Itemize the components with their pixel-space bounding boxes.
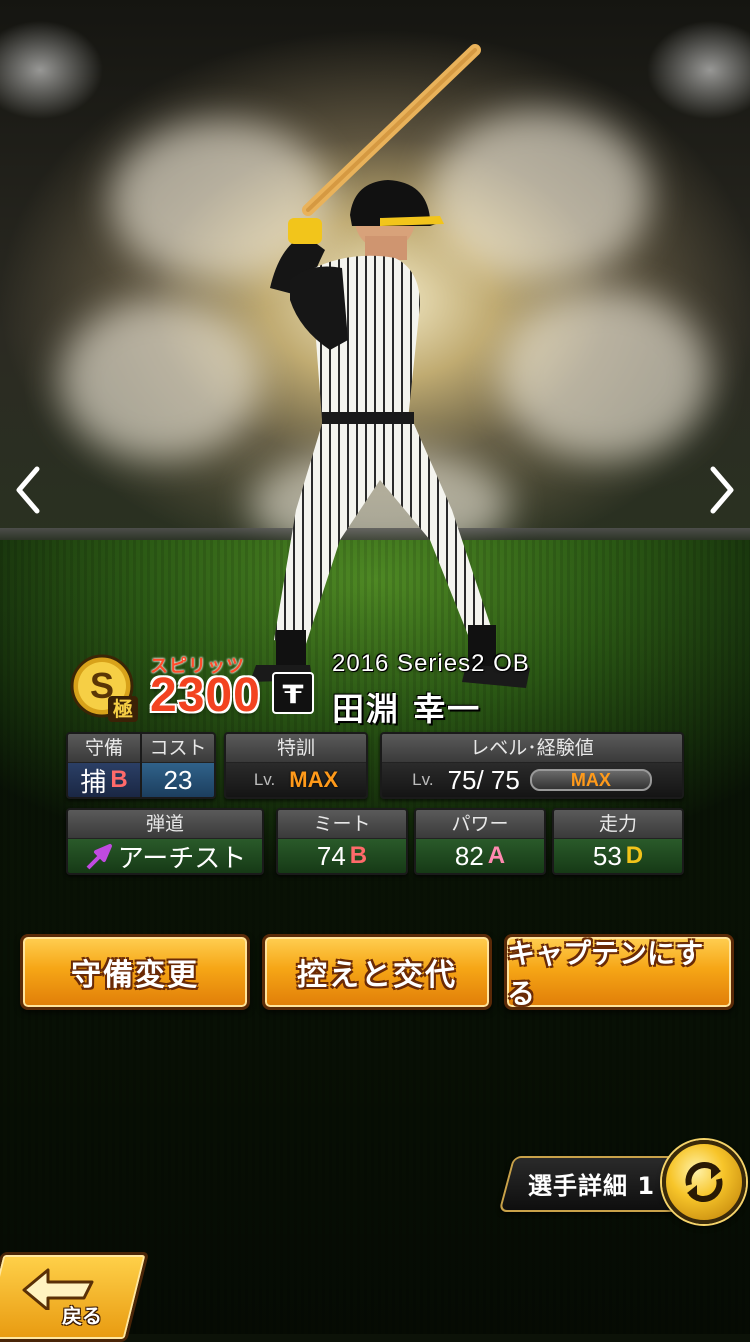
speed-panel: 走力 53 D [552,808,684,875]
rotate-arrows-icon [685,1162,723,1202]
level-lv-prefix: Lv. [412,770,434,789]
change-position-button[interactable]: 守備変更 [20,934,250,1010]
power-number: 82 [454,840,484,871]
back-label[interactable]: 戻る [62,1300,102,1329]
exp-bar: MAX [529,769,652,791]
contact-header: ミート [278,810,406,839]
position-header: 守備 [68,734,140,763]
speed-grade: D [625,842,644,869]
smoke-effect [500,290,710,460]
power-header: パワー [416,810,544,839]
position-text: 捕 [80,766,107,797]
power-panel: パワー 82 A [414,808,546,875]
contact-number: 74 [316,840,346,871]
position-value: 捕 B [68,763,140,797]
swap-bench-button[interactable]: 控えと交代 [262,934,492,1010]
contact-grade: B [349,842,368,869]
rarity-s-badge: S 極 [70,654,138,722]
training-header: 特訓 [226,734,366,763]
training-lv-prefix: Lv. [253,770,276,789]
level-value: Lv. 75/ 75 MAX [382,763,682,797]
speed-header: 走力 [554,810,682,839]
team-logo-icon [282,684,304,704]
speed-value: 53 D [554,839,682,873]
position-cost-panel: 守備 捕 B コスト 23 [66,732,216,799]
trajectory-value: アーチスト [68,839,262,873]
speed-number: 53 [592,840,622,871]
rarity-sub: 極 [112,697,133,721]
level-panel: レベル･経験値 Lv. 75/ 75 MAX [380,732,684,799]
player-illustration [250,44,530,688]
level-number: 75/ 75 [447,764,520,795]
training-max: MAX [289,767,339,792]
spirits-value: 2300 [150,669,261,722]
diagonal-arrow-icon [86,844,112,870]
contact-value: 74 B [278,839,406,873]
swap-view-button[interactable] [662,1140,746,1224]
exp-bar-label: MAX [570,769,611,790]
power-grade: A [487,842,506,869]
training-value: Lv. MAX [226,763,366,797]
cost-value: 23 [142,763,214,797]
make-captain-button[interactable]: キャプテンにする [504,934,734,1010]
chevron-left-icon[interactable] [8,460,48,520]
player-name: 田淵 幸一 [332,690,482,728]
trajectory-panel: 弾道 アーチスト [66,808,264,875]
position-grade: B [110,766,128,793]
training-panel: 特訓 Lv. MAX [224,732,368,799]
player-detail-label[interactable]: 選手詳細 1 [528,1166,655,1201]
trajectory-header: 弾道 [68,810,262,839]
series-label: 2016 Series2 OB [332,650,530,677]
cost-header: コスト [142,734,214,763]
chevron-right-icon[interactable] [702,460,742,520]
team-logo [272,672,314,714]
level-header: レベル･経験値 [382,734,682,763]
power-value: 82 A [416,839,544,873]
contact-panel: ミート 74 B [276,808,408,875]
trajectory-text: アーチスト [117,842,247,873]
